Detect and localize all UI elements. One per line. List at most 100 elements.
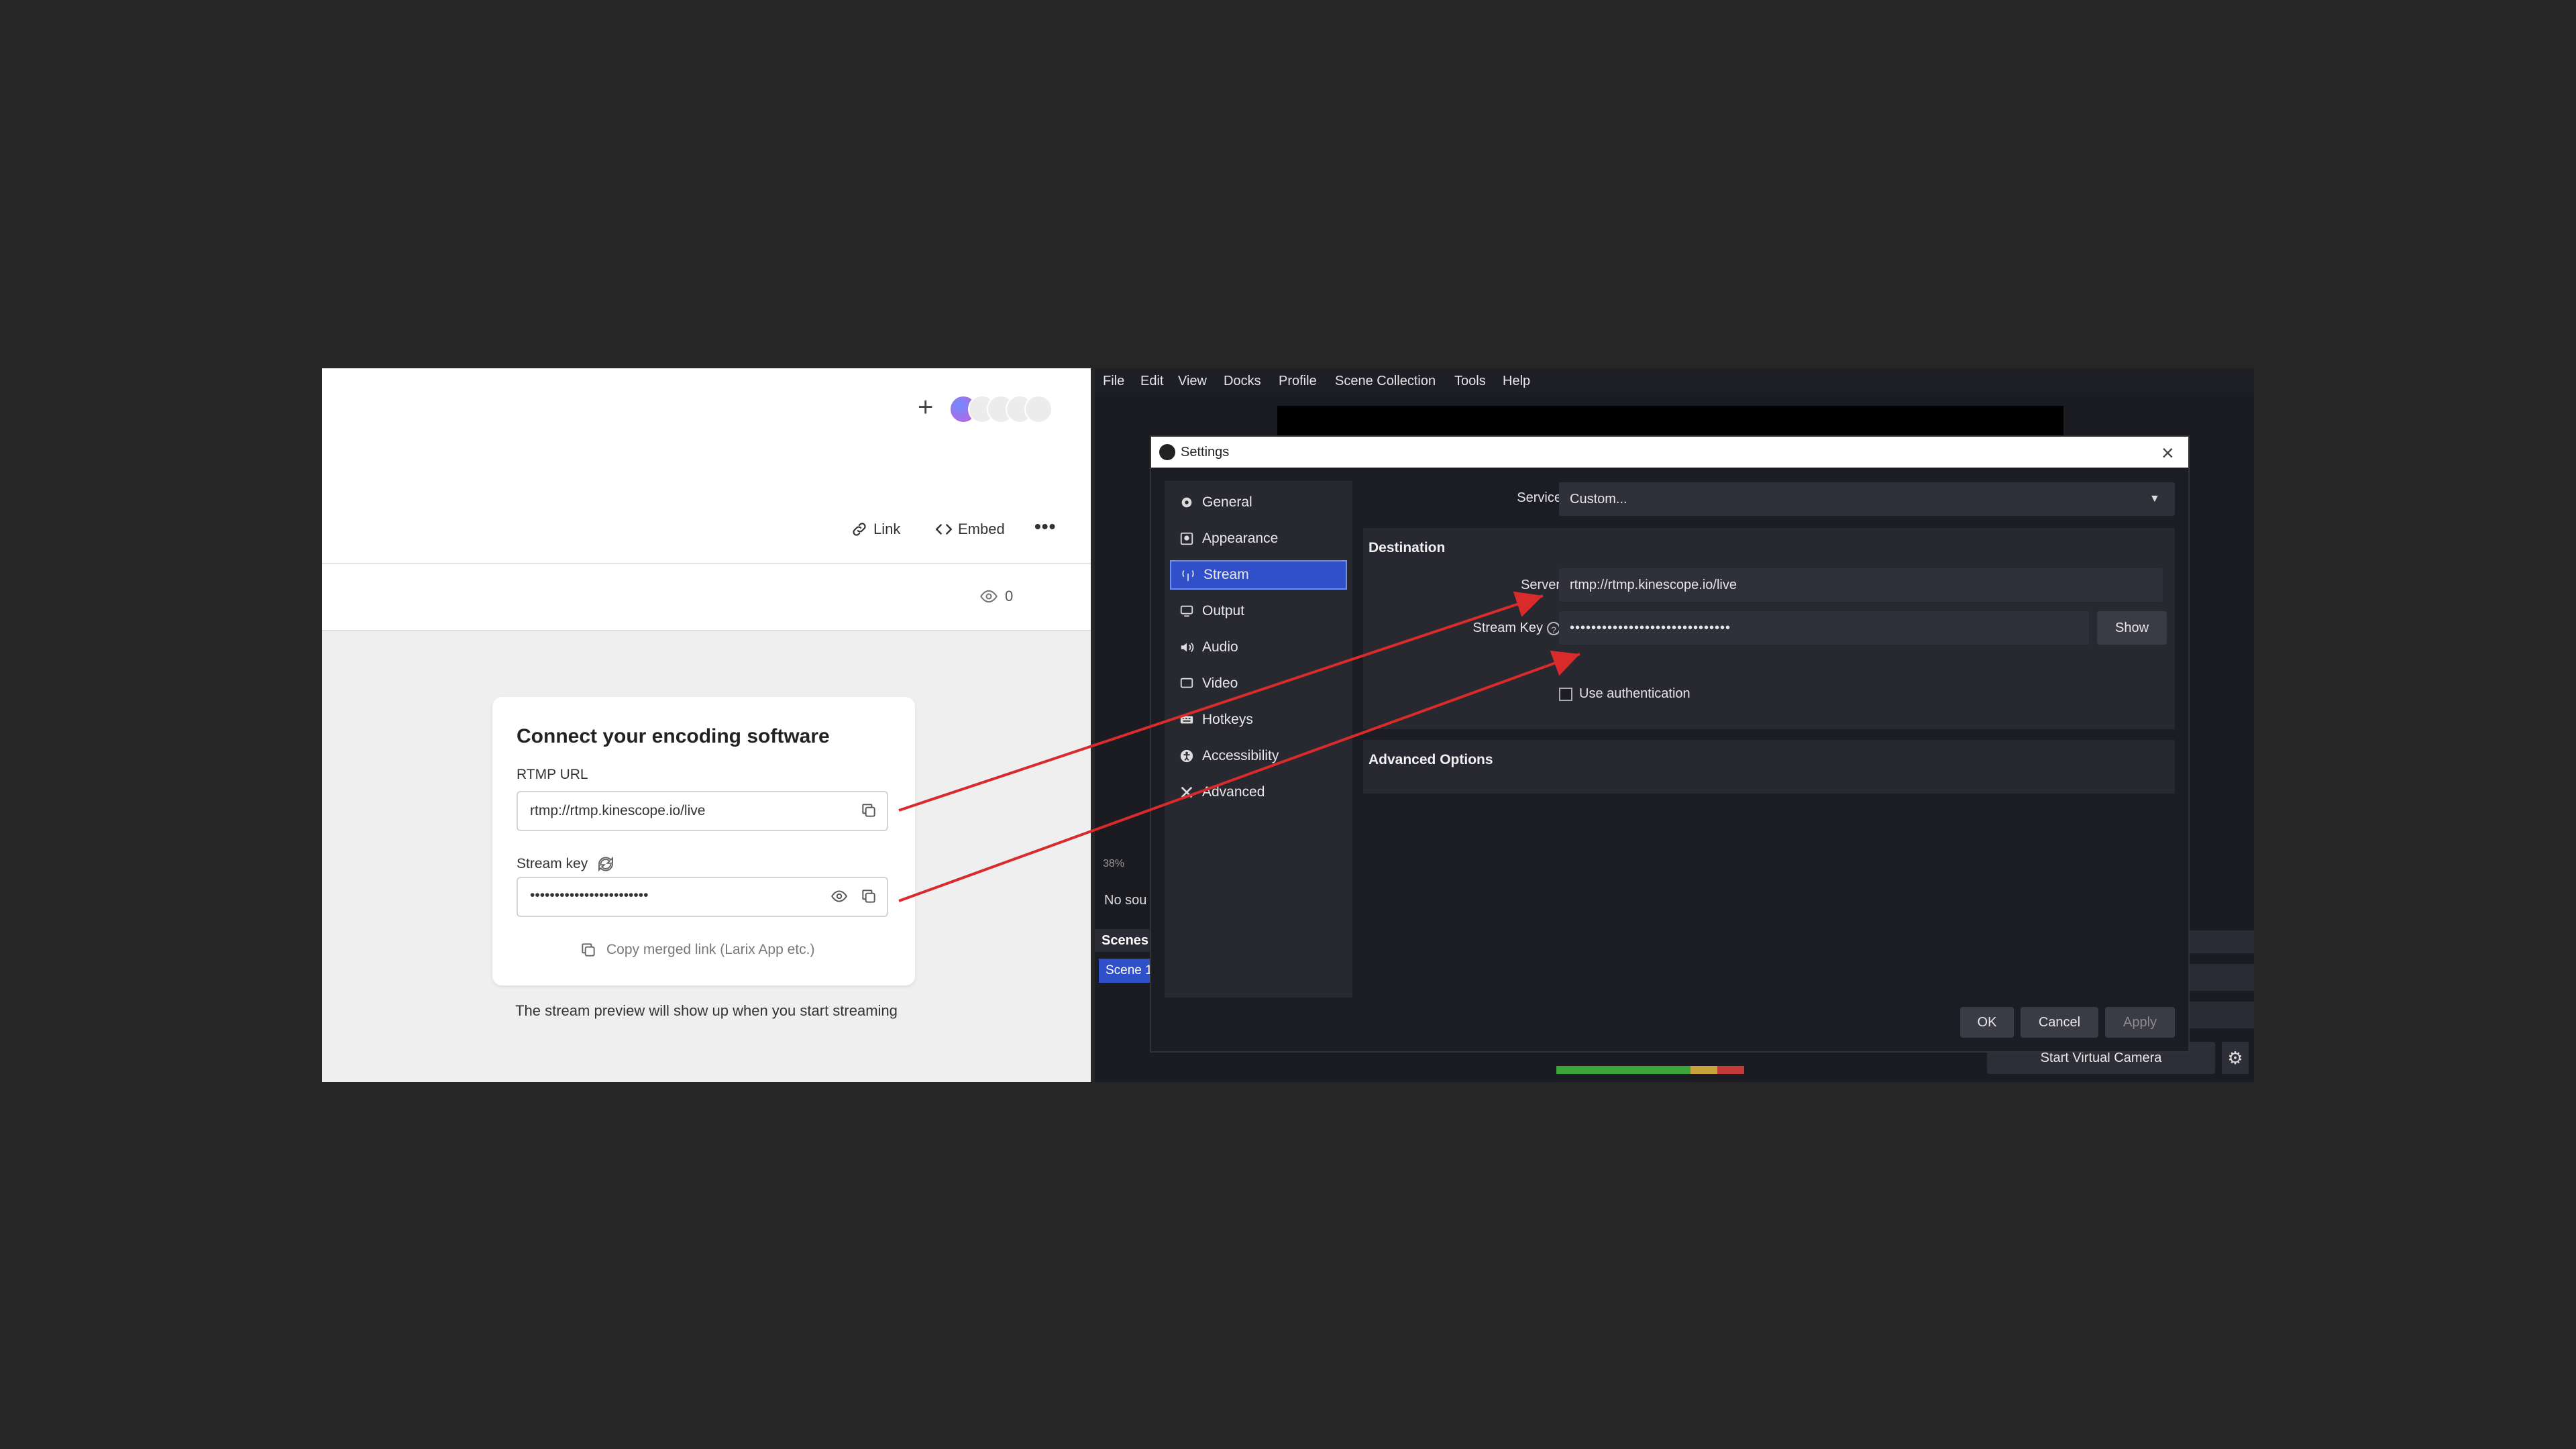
web-app-panel: + Link Embed ••• 0 Connect your encoding… bbox=[322, 368, 1091, 1082]
settings-dialog: Settings × General Appearance Stream Out… bbox=[1150, 435, 2190, 1053]
avatar-group[interactable] bbox=[949, 395, 1057, 423]
sidebar-item-advanced[interactable]: Advanced bbox=[1170, 777, 1347, 807]
copy-merged-link-button[interactable]: Copy merged link (Larix App etc.) bbox=[580, 941, 814, 959]
refresh-icon[interactable] bbox=[596, 854, 616, 874]
ok-button[interactable]: OK bbox=[1960, 1007, 2014, 1038]
stream-key-label: Stream key bbox=[517, 856, 588, 871]
stream-key-value: •••••••••••••••••••••••• bbox=[530, 888, 649, 903]
more-button[interactable]: ••• bbox=[1034, 516, 1056, 537]
server-input[interactable]: rtmp://rtmp.kinescope.io/live bbox=[1559, 568, 2163, 602]
views-bar: 0 bbox=[322, 564, 1091, 631]
stream-key-label-row: Stream Key ? bbox=[1450, 621, 1560, 636]
menu-help[interactable]: Help bbox=[1503, 374, 1530, 389]
apply-button[interactable]: Apply bbox=[2105, 1007, 2175, 1038]
rtmp-url-label: RTMP URL bbox=[517, 767, 588, 782]
settings-sidebar: General Appearance Stream Output Audio V… bbox=[1165, 481, 1352, 998]
menu-edit[interactable]: Edit bbox=[1140, 374, 1163, 389]
destination-section: Destination Server rtmp://rtmp.kinescope… bbox=[1363, 528, 2175, 729]
link-button[interactable]: Link bbox=[851, 521, 900, 538]
antenna-icon bbox=[1181, 568, 1195, 582]
stream-key-field[interactable]: •••••••••••••••••••••••• bbox=[517, 877, 888, 917]
advanced-options-section[interactable]: Advanced Options bbox=[1363, 740, 2175, 794]
meter-red bbox=[1717, 1066, 1744, 1074]
encoder-card: Connect your encoding software RTMP URL … bbox=[492, 697, 915, 985]
preview-note: The stream preview will show up when you… bbox=[515, 1002, 898, 1019]
stream-key-label: Stream Key bbox=[1472, 621, 1543, 635]
copy-icon bbox=[582, 943, 595, 957]
sidebar-item-label: General bbox=[1202, 494, 1252, 510]
advanced-options-title: Advanced Options bbox=[1368, 752, 1493, 767]
gear-icon bbox=[1179, 495, 1194, 510]
menu-bar: File Edit View Docks Profile Scene Colle… bbox=[1095, 368, 2254, 392]
chevron-down-icon: ▼ bbox=[2149, 493, 2160, 504]
sidebar-item-video[interactable]: Video bbox=[1170, 669, 1347, 698]
destination-title: Destination bbox=[1368, 540, 1446, 555]
menu-view[interactable]: View bbox=[1178, 374, 1207, 389]
link-label: Link bbox=[873, 521, 901, 537]
meter-green bbox=[1556, 1066, 1690, 1074]
copy-icon[interactable] bbox=[860, 888, 877, 905]
dock-button[interactable] bbox=[2188, 964, 2254, 991]
meter-yellow bbox=[1690, 1066, 1717, 1074]
eye-icon[interactable] bbox=[830, 888, 848, 905]
sidebar-item-label: Hotkeys bbox=[1202, 712, 1253, 727]
scenes-header: Scenes bbox=[1095, 929, 1155, 952]
cancel-button[interactable]: Cancel bbox=[2021, 1007, 2098, 1038]
dialog-titlebar: Settings × bbox=[1151, 437, 2188, 468]
use-authentication-checkbox[interactable] bbox=[1559, 687, 1572, 701]
server-label: Server bbox=[1521, 578, 1560, 592]
output-icon bbox=[1179, 604, 1194, 619]
link-icon bbox=[853, 523, 866, 536]
menu-profile[interactable]: Profile bbox=[1279, 374, 1317, 389]
sidebar-item-label: Accessibility bbox=[1202, 748, 1279, 763]
no-source-text: No sou bbox=[1104, 893, 1147, 908]
show-key-button[interactable]: Show bbox=[2097, 611, 2167, 645]
obs-logo-icon bbox=[1159, 444, 1175, 460]
zoom-level: 38% bbox=[1103, 858, 1125, 869]
help-icon[interactable]: ? bbox=[1547, 621, 1560, 635]
dock-button[interactable] bbox=[2188, 1002, 2254, 1028]
keyboard-icon bbox=[1179, 712, 1194, 727]
sidebar-item-label: Advanced bbox=[1202, 784, 1265, 800]
sidebar-item-hotkeys[interactable]: Hotkeys bbox=[1170, 705, 1347, 735]
appearance-icon bbox=[1179, 531, 1194, 546]
views-count: 0 bbox=[1005, 588, 1014, 604]
menu-tools[interactable]: Tools bbox=[1454, 374, 1486, 389]
sidebar-item-label: Audio bbox=[1202, 639, 1238, 655]
sidebar-item-audio[interactable]: Audio bbox=[1170, 633, 1347, 662]
service-select[interactable]: Custom... ▼ bbox=[1559, 482, 2175, 516]
sidebar-item-label: Output bbox=[1202, 603, 1245, 619]
stream-key-label-row: Stream key bbox=[517, 854, 616, 874]
server-value: rtmp://rtmp.kinescope.io/live bbox=[1570, 578, 1737, 592]
sidebar-item-label: Video bbox=[1202, 676, 1238, 691]
avatar bbox=[1024, 395, 1053, 423]
menu-file[interactable]: File bbox=[1103, 374, 1124, 389]
embed-button[interactable]: Embed bbox=[935, 521, 1005, 538]
scene-item[interactable]: Scene 1 bbox=[1099, 959, 1154, 983]
web-header: + Link Embed ••• bbox=[322, 368, 1091, 564]
stream-key-input[interactable]: •••••••••••••••••••••••••••••• bbox=[1559, 611, 2089, 645]
use-authentication-row[interactable]: Use authentication bbox=[1559, 686, 1690, 702]
dialog-title: Settings bbox=[1181, 445, 1230, 460]
eye-icon bbox=[980, 590, 998, 603]
menu-docks[interactable]: Docks bbox=[1224, 374, 1261, 389]
sidebar-item-general[interactable]: General bbox=[1170, 488, 1347, 517]
sidebar-item-accessibility[interactable]: Accessibility bbox=[1170, 741, 1347, 771]
sidebar-item-label: Stream bbox=[1203, 567, 1249, 582]
gear-icon[interactable]: ⚙ bbox=[2222, 1042, 2249, 1074]
sidebar-item-appearance[interactable]: Appearance bbox=[1170, 524, 1347, 553]
sidebar-item-stream[interactable]: Stream bbox=[1170, 560, 1347, 590]
sidebar-item-label: Appearance bbox=[1202, 531, 1279, 546]
menu-scene-collection[interactable]: Scene Collection bbox=[1335, 374, 1436, 389]
rtmp-url-field[interactable]: rtmp://rtmp.kinescope.io/live bbox=[517, 791, 888, 831]
tools-icon bbox=[1179, 785, 1194, 800]
sidebar-item-output[interactable]: Output bbox=[1170, 596, 1347, 626]
copy-icon[interactable] bbox=[860, 802, 877, 819]
dock-header bbox=[2188, 930, 2254, 953]
audio-meter bbox=[1556, 1063, 1744, 1077]
preview-canvas bbox=[1277, 406, 2063, 439]
monitor-icon bbox=[1179, 676, 1194, 691]
rtmp-url-value: rtmp://rtmp.kinescope.io/live bbox=[530, 803, 706, 818]
close-icon[interactable]: × bbox=[2161, 441, 2174, 466]
plus-icon[interactable]: + bbox=[918, 394, 933, 421]
